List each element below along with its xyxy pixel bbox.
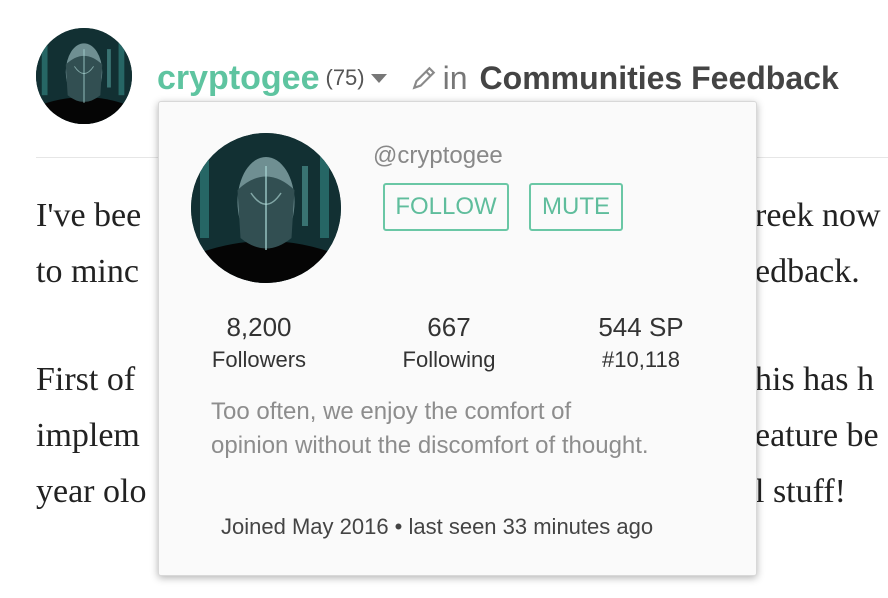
post-author-line: cryptogee (75) in Communities Feedback bbox=[157, 56, 839, 100]
text-fragment: year olo bbox=[36, 473, 147, 510]
profile-avatar[interactable] bbox=[191, 133, 341, 283]
mute-button[interactable]: MUTE bbox=[529, 183, 623, 231]
profile-joined: Joined May 2016 • last seen 33 minutes a… bbox=[221, 514, 654, 539]
text-fragment: implem bbox=[36, 417, 140, 454]
paragraph: his has h eature be l stuff! bbox=[755, 352, 888, 520]
stat-value: 544 SP bbox=[598, 312, 684, 342]
text-fragment: l stuff! bbox=[755, 473, 846, 510]
author-avatar[interactable] bbox=[36, 28, 132, 124]
text-fragment: edback. bbox=[755, 253, 860, 290]
stat-followers[interactable]: 8,200 Followers bbox=[159, 310, 359, 376]
masked-figure-image bbox=[36, 28, 132, 124]
masked-figure-image bbox=[191, 133, 341, 283]
follow-button[interactable]: FOLLOW bbox=[383, 183, 509, 231]
stat-label: Followers bbox=[211, 347, 307, 372]
profile-handle: @cryptogee bbox=[373, 142, 503, 169]
text-fragment: reek now bbox=[755, 197, 881, 234]
caret-down-icon[interactable] bbox=[370, 73, 387, 83]
in-label: in bbox=[442, 59, 468, 96]
text-fragment: First of bbox=[36, 361, 136, 398]
stat-label: Following bbox=[402, 347, 496, 372]
stat-steem-power: 544 SP #10,118 bbox=[541, 310, 741, 376]
stat-value: 667 bbox=[427, 312, 471, 342]
text-fragment: his has h bbox=[755, 361, 874, 398]
stat-value: 8,200 bbox=[226, 312, 292, 342]
author-name-link[interactable]: cryptogee bbox=[157, 59, 320, 98]
text-fragment: I've bee bbox=[36, 197, 142, 234]
pencil-icon bbox=[412, 66, 435, 90]
stat-following[interactable]: 667 Following bbox=[349, 310, 549, 376]
text-fragment: eature be bbox=[755, 417, 879, 454]
text-fragment: to minc bbox=[36, 253, 139, 290]
profile-popup: @cryptogee FOLLOW MUTE 8,200 Followers 6… bbox=[158, 101, 757, 576]
paragraph: reek now edback. bbox=[755, 188, 888, 300]
profile-about: Too often, we enjoy the comfort of opini… bbox=[211, 398, 649, 459]
post-body-right-fragments: reek now edback. his has h eature be l s… bbox=[755, 188, 888, 572]
author-reputation: (75) bbox=[325, 65, 365, 90]
stat-label: #10,118 bbox=[602, 347, 680, 372]
community-link[interactable]: Communities Feedback bbox=[480, 60, 839, 97]
